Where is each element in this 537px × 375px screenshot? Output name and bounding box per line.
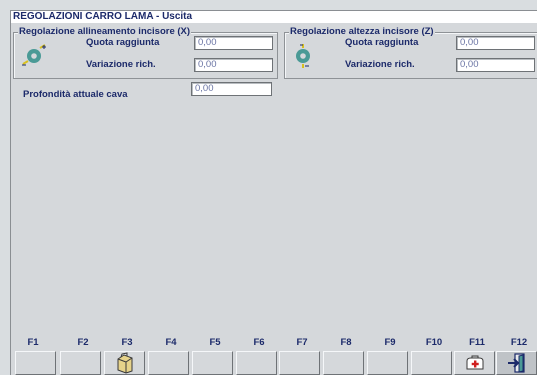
f8-button[interactable] (323, 351, 364, 375)
fkey-label-f1: F1 (27, 337, 39, 348)
x-variazione-label: Variazione rich. (86, 59, 156, 70)
group-x-alignment: Regolazione allineamento incisore (X) Qu… (13, 26, 278, 79)
f9-button[interactable] (367, 351, 408, 375)
f11-button[interactable] (454, 351, 495, 375)
group-x-title: Regolazione allineamento incisore (X) (18, 26, 192, 37)
function-key-bar: F1 F2 F3 F4 F5 F6 F7 F8 F9 F10 F11 F12 (11, 329, 537, 375)
fkey-label-f11: F11 (469, 337, 485, 348)
fkey-label-f12: F12 (510, 337, 528, 348)
f10-button[interactable] (411, 351, 452, 375)
f7-button[interactable] (279, 351, 320, 375)
profondita-label: Profondità attuale cava (23, 89, 128, 100)
fkey-label-f2: F2 (77, 337, 89, 348)
fkey-label-f7: F7 (296, 337, 308, 348)
fkey-label-f9: F9 (384, 337, 396, 348)
z-quota-field[interactable]: 0,00 (456, 36, 535, 50)
fkey-label-f5: F5 (209, 337, 221, 348)
f2-button[interactable] (60, 351, 101, 375)
fkey-label-f6: F6 (253, 337, 265, 348)
fkey-label-f4: F4 (165, 337, 177, 348)
fkey-label-f8: F8 (340, 337, 352, 348)
fkey-label-f3: F3 (121, 337, 133, 348)
f5-button[interactable] (192, 351, 233, 375)
exit-icon (507, 353, 525, 373)
f1-button[interactable] (15, 351, 56, 375)
window-title: REGOLAZIONI CARRO LAMA - Uscita (11, 11, 537, 23)
profondita-field[interactable]: 0,00 (191, 82, 272, 96)
main-window: REGOLAZIONI CARRO LAMA - Uscita Regolazi… (10, 10, 537, 375)
z-quota-label: Quota raggiunta (345, 37, 419, 48)
folder-icon (117, 352, 132, 374)
x-quota-label: Quota raggiunta (86, 37, 160, 48)
f6-button[interactable] (236, 351, 277, 375)
fkey-label-f10: F10 (425, 337, 443, 348)
blade-align-icon (20, 43, 50, 69)
z-variazione-label: Variazione rich. (345, 59, 415, 70)
first-aid-icon (466, 355, 483, 370)
z-variazione-field[interactable]: 0,00 (456, 58, 535, 72)
group-z-height: Regolazione altezza incisore (Z) Quota r… (284, 26, 537, 79)
x-quota-field[interactable]: 0,00 (194, 36, 273, 50)
blade-height-icon (289, 43, 319, 69)
f4-button[interactable] (148, 351, 189, 375)
x-variazione-field[interactable]: 0,00 (194, 58, 273, 72)
group-z-title: Regolazione altezza incisore (Z) (289, 26, 435, 37)
f3-button[interactable] (104, 351, 145, 375)
f12-button[interactable] (496, 351, 537, 375)
